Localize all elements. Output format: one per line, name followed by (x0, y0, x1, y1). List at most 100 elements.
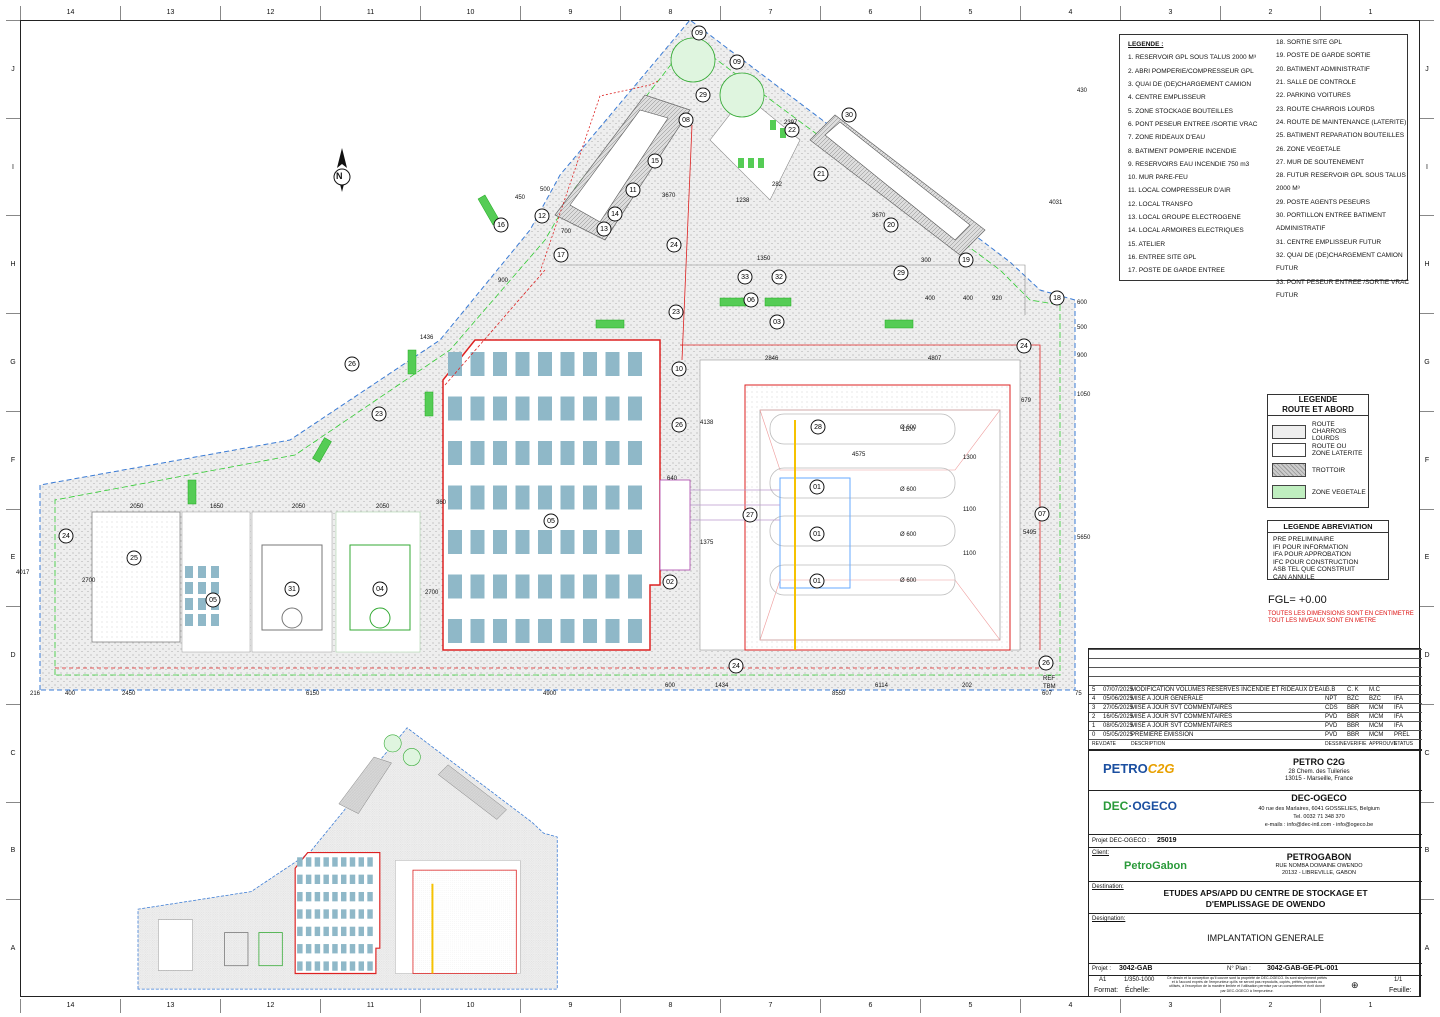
title-block: 5 07/07/2025 MODIFICATION VOLUMES RESERVES… (1088, 648, 1422, 997)
marker-20: 20 (883, 217, 899, 233)
dimension-label: 4807 (928, 356, 942, 362)
client2-name: DEC-OGECO (1291, 793, 1347, 803)
client-address1: RUE NOMBA DOMAINE OWENDO (1275, 863, 1363, 869)
revision-header-app: APPROUVE (1369, 741, 1397, 747)
dimension-label: 2700 (425, 590, 439, 596)
marker-01: 01 (809, 526, 825, 542)
dimension-label: 4031 (1049, 200, 1063, 206)
marker-24: 24 (728, 658, 744, 674)
svg-text:23: 23 (375, 411, 383, 418)
dimension-label: 282 (772, 182, 783, 188)
dimension-label: 1350 (757, 256, 771, 262)
dimension-label: 2050 (130, 504, 144, 510)
dimension-label: 607 (1042, 691, 1053, 697)
legend-item: 10. MUR PARE-FEU (1128, 174, 1188, 182)
petroc2g-logo: PETROC2G (1103, 761, 1175, 776)
marker-32: 32 (771, 269, 787, 285)
legend-item: 6. PONT PESEUR ENTREE /SORTIE VRAC (1128, 120, 1258, 128)
legend-item: 33. PONT PESEUR ENTREE /SORTIE VRAC (1276, 278, 1410, 286)
dimension-label: 4900 (543, 691, 557, 697)
dimension-label: 900 (498, 278, 509, 284)
route-item: TROTTOIR (1312, 466, 1346, 474)
legend-item: 25. BATIMENT REPARATION BOUTEILLES (1276, 132, 1405, 140)
scale-value: 1/350-1000 (1124, 977, 1155, 983)
svg-text:26: 26 (675, 422, 683, 429)
svg-text:28: 28 (814, 424, 822, 431)
svg-text:05: 05 (209, 597, 217, 604)
abbreviation-item: CAN ANNULE (1273, 573, 1315, 581)
svg-text:05: 05 (547, 518, 555, 525)
fgl-level: FGL= +0.00 (1268, 594, 1327, 606)
marker-23: 23 (668, 304, 684, 320)
marker-29: 29 (893, 265, 909, 281)
route-item: ROUTE CHARROIS LOURDS (1312, 421, 1347, 442)
destination-line2: D'EMPLISSAGE DE OWENDO (1205, 899, 1326, 909)
legend-item: 19. POSTE DE GARDE SORTIE (1276, 52, 1371, 60)
marker-06: 06 (743, 292, 759, 308)
legend-item: 16. ENTREE SITE GPL (1128, 254, 1197, 261)
svg-text:25: 25 (130, 555, 138, 562)
svg-text:16: 16 (497, 222, 505, 229)
dimension-label: REF (1043, 676, 1055, 682)
svg-text:24: 24 (62, 533, 70, 540)
marker-26: 26 (1038, 655, 1054, 671)
abbreviation-item: PRE PRELIMINAIRE (1273, 536, 1335, 543)
legend-item: 32. QUAI DE (DE)CHARGEMENT CAMION (1276, 252, 1403, 259)
legend-item: 11. LOCAL COMPRESSEUR D'AIR (1128, 187, 1231, 195)
marker-12: 12 (534, 208, 550, 224)
svg-text:21: 21 (817, 171, 825, 178)
client-petrogabon: Client: PetroGabon PETROGABON RUE NOMBA … (1089, 847, 1422, 882)
dimension-label: 2450 (122, 691, 136, 697)
marker-27: 27 (742, 507, 758, 523)
legend-item: 2. ABRI POMPERIE/COMPRESSEUR GPL (1128, 67, 1254, 75)
svg-text:29: 29 (699, 92, 707, 99)
marker-13: 13 (596, 221, 612, 237)
dimension-label: 1238 (736, 198, 750, 204)
legend-item: 20. BATIMENT ADMINISTRATIF (1276, 65, 1370, 73)
abbreviation-title: LEGENDE ABREVIATION (1268, 521, 1388, 533)
legend-item: FUTUR (1276, 265, 1299, 273)
legend-item: 2000 M³ (1276, 185, 1300, 193)
legend-item: 15. ATELIER (1128, 240, 1166, 248)
dimension-label: Ø 600 (900, 425, 917, 431)
marker-24: 24 (1016, 338, 1032, 354)
project-ref-label: Projet DEC-OGECO : (1092, 838, 1150, 844)
marker-05: 05 (543, 513, 559, 529)
format-label: Format: (1094, 987, 1119, 994)
svg-text:19: 19 (962, 257, 970, 264)
marker-23: 23 (371, 406, 387, 422)
legend-item: 8. BATIMENT POMPERIE INCENDIE (1128, 147, 1237, 155)
dimension-label: 1100 (963, 507, 976, 513)
dimension-label: 920 (992, 296, 1003, 302)
swatch-laterite (1272, 443, 1306, 457)
svg-text:13: 13 (600, 226, 608, 233)
revision-header-rev: REV. (1092, 741, 1104, 747)
svg-text:26: 26 (1042, 660, 1050, 667)
dimension-label: 500 (540, 187, 551, 193)
dimension-label: 1434 (715, 683, 729, 689)
projet-label: Projet : (1092, 966, 1112, 972)
dimension-label: 900 (1077, 353, 1088, 359)
legend-item: 28. FUTUR RESERVOIR GPL SOUS TALUS (1276, 172, 1406, 180)
dimension-label: 1050 (1077, 392, 1091, 398)
dimension-label: 4575 (852, 452, 866, 458)
legend-item: 14. LOCAL ARMOIRES ELECTRIQUES (1128, 227, 1244, 235)
legend-item: 18. SORTIE SITE GPL (1276, 39, 1342, 46)
sheet-label: Feuille: (1389, 987, 1412, 994)
legend-item: FUTUR (1276, 291, 1299, 299)
dimension-label: 4138 (700, 420, 714, 426)
svg-text:26: 26 (348, 361, 356, 368)
svg-text:33: 33 (741, 274, 749, 281)
legend-item: 22. PARKING VOITURES (1276, 92, 1351, 100)
marker-33: 33 (737, 269, 753, 285)
dimension-label: 6114 (875, 683, 888, 689)
client-name: PETROGABON (1286, 852, 1352, 862)
legend-item: ADMINISTRATIF (1276, 225, 1326, 233)
dimension-label: 202 (962, 683, 973, 689)
dimension-label: 2846 (765, 356, 779, 362)
dimension-label: 2050 (292, 504, 306, 510)
svg-text:23: 23 (672, 309, 680, 316)
dimension-label: 360 (436, 500, 447, 506)
project-ref-value: 25019 (1157, 837, 1177, 844)
dimension-label: 5495 (1023, 530, 1037, 536)
